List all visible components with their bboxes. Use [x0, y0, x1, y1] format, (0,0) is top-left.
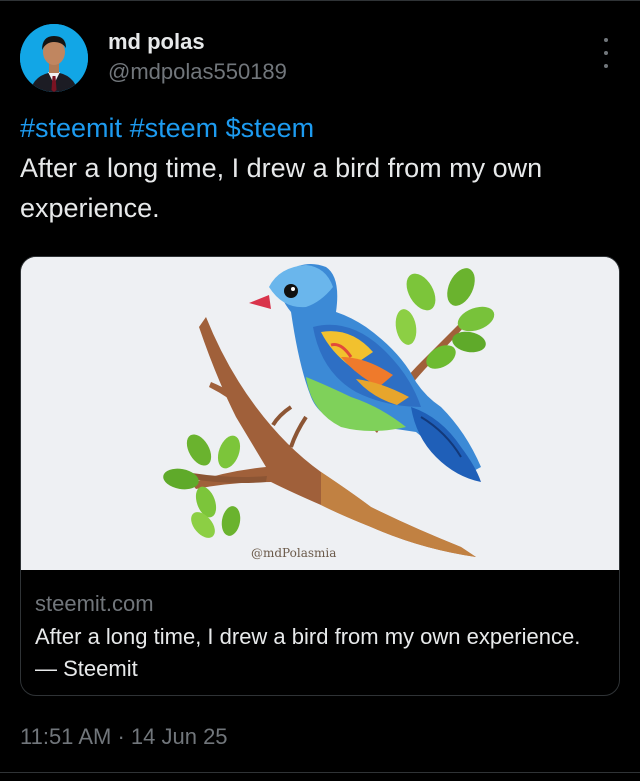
timestamp-time: 11:51 AM	[20, 724, 112, 749]
bottom-divider	[0, 772, 640, 773]
drawing-signature: @mdPolasmia	[251, 546, 336, 560]
hashtag-link[interactable]: #steem	[130, 113, 219, 143]
bird-drawing-image: @mdPolasmia	[21, 257, 619, 570]
tweet-hashtags: #steemit #steem $steem	[20, 110, 314, 146]
more-options-button[interactable]	[594, 38, 618, 68]
more-dot	[604, 51, 608, 55]
hashtag-link[interactable]: #steemit	[20, 113, 122, 143]
top-divider	[0, 0, 640, 1]
more-dot	[604, 64, 608, 68]
card-image[interactable]: @mdPolasmia	[21, 257, 619, 570]
card-title: After a long time, I drew a bird from my…	[35, 624, 581, 681]
timestamp-separator: ·	[117, 724, 125, 749]
author-avatar[interactable]	[20, 24, 88, 92]
author-display-name[interactable]: md polas	[108, 28, 205, 56]
profile-photo-icon	[20, 24, 88, 92]
timestamp-date: 14 Jun 25	[130, 724, 228, 749]
cashtag-link[interactable]: $steem	[226, 113, 315, 143]
tweet-timestamp[interactable]: 11:51 AM · 14 Jun 25	[20, 722, 228, 752]
tweet-text: After a long time, I drew a bird from my…	[20, 153, 543, 223]
author-handle[interactable]: @mdpolas550189	[108, 58, 287, 86]
more-vertical-icon	[604, 38, 608, 42]
link-preview-card[interactable]: @mdPolasmia steemit.com After a long tim…	[20, 256, 620, 696]
card-domain: steemit.com	[35, 591, 154, 616]
